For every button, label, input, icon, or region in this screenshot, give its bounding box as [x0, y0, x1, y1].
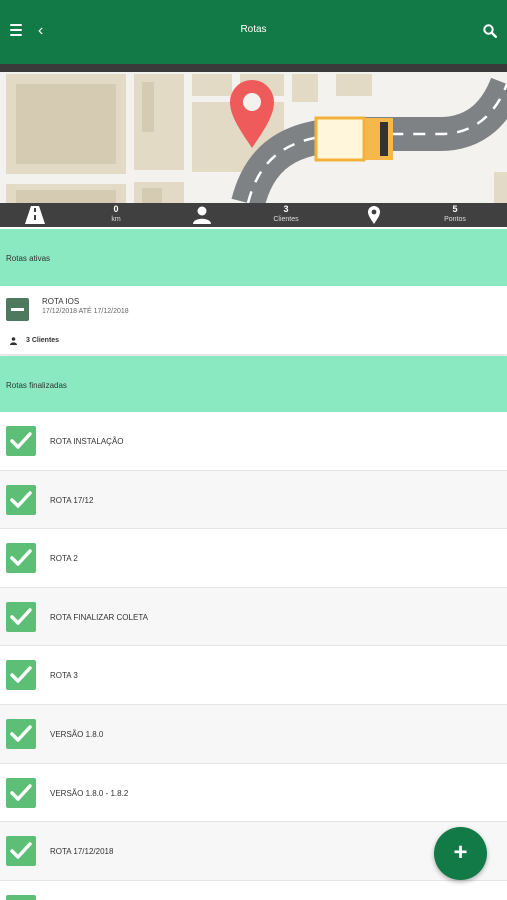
distance-value: 0 [113, 204, 119, 214]
list-item-label: ROTA FINALIZAR COLETA [50, 612, 148, 622]
list-item[interactable]: ROTA FINALIZAR COLETA [0, 587, 507, 647]
list-item-label: ROTA 2 [50, 554, 78, 564]
section-title-active: Rotas ativas [6, 254, 51, 263]
finished-routes-list: ROTA INSTALAÇÃO ROTA 17/12 ROTA 2 ROTA F… [0, 412, 507, 900]
person-icon [10, 337, 17, 345]
list-item-label: ROTA INSTALAÇÃO [50, 437, 124, 446]
checkbox-checked-icon[interactable] [6, 601, 36, 632]
list-item-label: VERSÃO 1.8.0 - 1.8.2 [50, 788, 129, 798]
app-bar: ‹ Rotas [0, 0, 507, 64]
list-item-label: ROTA 3 [50, 671, 78, 681]
location-pin-icon [368, 206, 380, 224]
checkbox-checked-icon[interactable] [6, 777, 36, 808]
active-route-clients: 3 Clientes [26, 337, 60, 344]
list-item-label: ROTA 17/12 [50, 495, 94, 505]
list-item[interactable]: ROTA INSTALAÇÃO [0, 412, 507, 471]
list-item-label: ROTA 17/12/2018 [50, 847, 114, 857]
road-icon [25, 206, 45, 224]
page-title: Rotas [240, 24, 267, 35]
distance-unit: km [111, 216, 121, 223]
active-route-name: ROTA IOS [42, 297, 80, 306]
active-route-card[interactable]: ROTA IOS 17/12/2018 ATÉ 17/12/2018 3 Cli… [0, 286, 507, 355]
checkbox-checked-icon[interactable] [6, 484, 36, 515]
active-routes-section: Rotas ativas [0, 229, 507, 286]
clients-value: 3 [283, 204, 289, 214]
list-item-label: VERSÃO 1.8.0 [50, 729, 104, 739]
checkbox-checked-icon[interactable] [6, 894, 36, 900]
stats-bar: 0 km 3 Clientes 5 Pontos [0, 203, 507, 227]
list-item[interactable]: ROTA 3 [0, 646, 507, 705]
checkbox-checked-icon[interactable] [6, 836, 36, 867]
checkbox-checked-icon[interactable] [6, 660, 36, 691]
list-item[interactable]: VERSÃO 1.8.0 - 1.8.2 [0, 764, 507, 823]
list-item[interactable]: VERSÃO 1.8.0 [0, 704, 507, 764]
list-item[interactable]: ROTA 17/12 [0, 470, 507, 530]
user-icon [193, 206, 211, 224]
points-label: Pontos [444, 216, 466, 223]
map-illustration [0, 72, 507, 203]
clients-label: Clientes [273, 216, 299, 223]
plus-icon: + [453, 839, 468, 866]
active-route-dates: 17/12/2018 ATÉ 17/12/2018 [42, 308, 129, 315]
search-icon[interactable] [483, 24, 497, 38]
add-route-button[interactable]: + [434, 827, 487, 880]
section-title-finished: Rotas finalizadas [6, 381, 67, 390]
points-value: 5 [452, 204, 458, 214]
checkbox-checked-icon[interactable] [6, 718, 36, 749]
checkbox-checked-icon[interactable] [6, 543, 36, 574]
checkbox-checked-icon[interactable] [6, 426, 36, 456]
finished-routes-section: Rotas finalizadas [0, 356, 507, 412]
minus-icon[interactable] [6, 298, 29, 321]
list-item[interactable]: ROTA 2 [0, 529, 507, 588]
list-item[interactable]: ROTA 17/12/2018 [0, 822, 507, 881]
header-divider [0, 64, 507, 72]
list-item[interactable] [0, 881, 507, 900]
